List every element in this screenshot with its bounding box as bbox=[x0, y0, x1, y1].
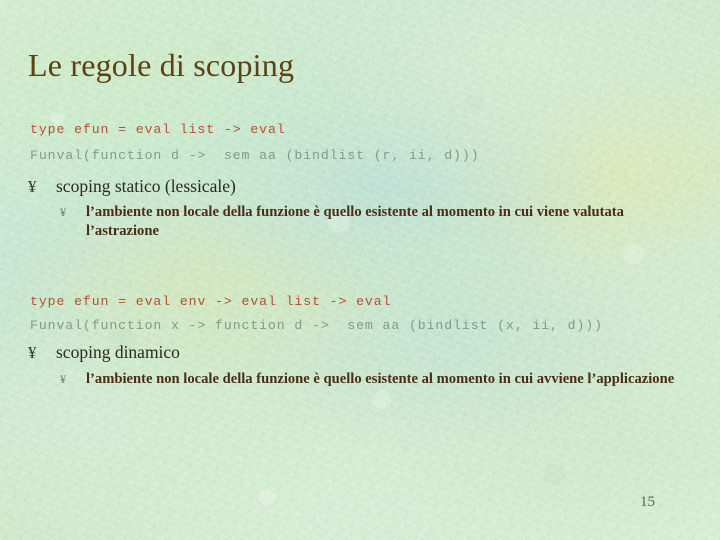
code-line-static-type: type efun = eval list -> eval bbox=[30, 122, 286, 137]
bullet-scoping-statico: ¥ scoping statico (lessicale) bbox=[28, 176, 236, 197]
code-line-dynamic-funval: Funval(function x -> function d -> sem a… bbox=[30, 318, 603, 333]
slide: Le regole di scoping type efun = eval li… bbox=[0, 0, 720, 540]
bullet-scoping-dinamico-label: scoping dinamico bbox=[56, 342, 180, 362]
code-line-static-funval: Funval(function d -> sem aa (bindlist (r… bbox=[30, 148, 480, 163]
yen-bullet-icon: ¥ bbox=[28, 177, 37, 196]
yen-sub-bullet-icon: ¥ bbox=[60, 205, 66, 219]
sub-bullet-scoping-dinamico: ¥ l’ambiente non locale della funzione è… bbox=[60, 370, 700, 389]
code-line-dynamic-type: type efun = eval env -> eval list -> eva… bbox=[30, 294, 392, 309]
sub-bullet-scoping-statico-label: l’ambiente non locale della funzione è q… bbox=[86, 204, 624, 239]
bullet-scoping-statico-label: scoping statico (lessicale) bbox=[56, 176, 236, 196]
sub-bullet-scoping-dinamico-label: l’ambiente non locale della funzione è q… bbox=[86, 371, 675, 387]
page-number: 15 bbox=[640, 494, 655, 510]
yen-bullet-icon: ¥ bbox=[28, 343, 37, 362]
bullet-scoping-dinamico: ¥ scoping dinamico bbox=[28, 342, 180, 363]
yen-sub-bullet-icon: ¥ bbox=[60, 372, 66, 386]
slide-title: Le regole di scoping bbox=[28, 47, 295, 83]
sub-bullet-scoping-statico: ¥ l’ambiente non locale della funzione è… bbox=[60, 203, 700, 241]
